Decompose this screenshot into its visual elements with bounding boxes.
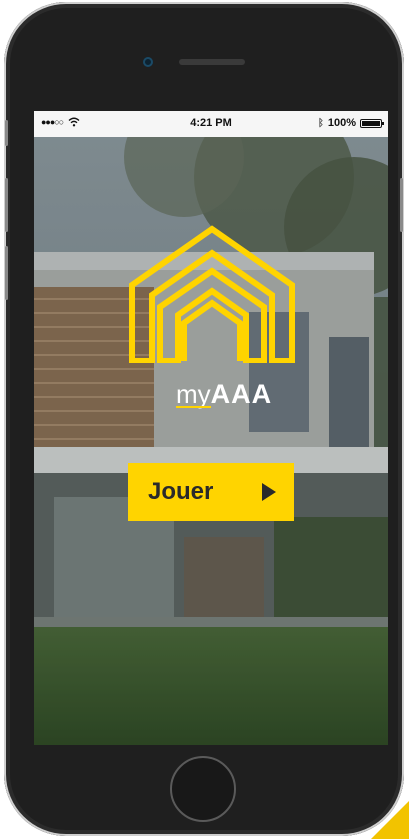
status-right: ᛒ 100% (317, 117, 384, 129)
earpiece-speaker (179, 59, 245, 65)
play-button-label: Jouer (148, 478, 214, 505)
phone-frame: ●●●○○ 4:21 PM ᛒ 100% my AAA Jouer (4, 2, 404, 836)
play-button[interactable]: Jouer (128, 463, 294, 521)
app-screen: ●●●○○ 4:21 PM ᛒ 100% my AAA Jouer (34, 111, 388, 745)
status-bar: ●●●○○ 4:21 PM ᛒ 100% (34, 111, 388, 137)
brand-name: AAA (210, 379, 273, 409)
battery-percent: 100% (327, 117, 356, 129)
bluetooth-icon: ᛒ (317, 117, 324, 129)
front-camera (143, 57, 153, 67)
house-logo-icon (129, 225, 295, 363)
home-button[interactable] (170, 756, 236, 822)
volume-down-button[interactable] (5, 246, 8, 300)
battery-icon (360, 118, 384, 128)
mute-switch[interactable] (5, 120, 8, 146)
brand-prefix: my (176, 379, 211, 409)
power-button[interactable] (400, 178, 403, 232)
play-icon (262, 483, 276, 501)
app-brand-logo: my AAA (176, 379, 296, 419)
volume-up-button[interactable] (5, 178, 8, 232)
